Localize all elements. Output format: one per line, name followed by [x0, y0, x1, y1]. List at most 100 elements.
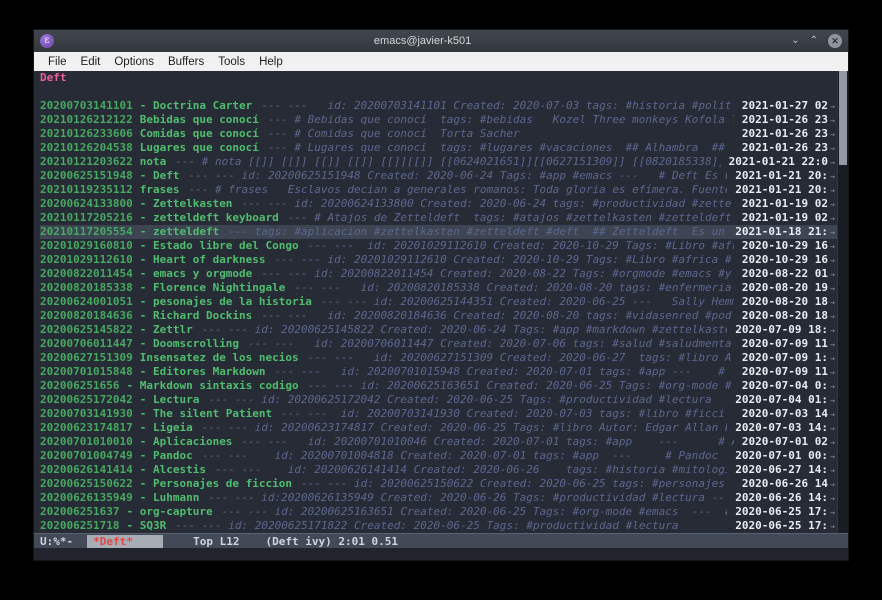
note-summary: --- --- id: 20200625151948 Created: 2020…	[188, 169, 727, 183]
note-summary: --- --- id: 20200701015948 Created: 2020…	[275, 365, 734, 379]
note-summary: --- --- id: 20200703141930 Created: 2020…	[281, 407, 734, 421]
note-summary: --- tags: #aplicacion #zettelkasten #zet…	[228, 225, 727, 239]
deft-text-area[interactable]: Deft 20200703141101 - Doctrina Carter --…	[34, 71, 837, 533]
truncation-arrow-icon: →	[828, 128, 837, 142]
note-title: - Estado libre del Congo	[140, 239, 299, 253]
note-row[interactable]: 20200706011447 - Doomscrolling --- --- i…	[40, 337, 837, 351]
note-id: 20200626135949	[40, 491, 133, 505]
note-row[interactable]: 20210117205554 - zetteldeft --- tags: #a…	[40, 225, 837, 239]
note-date: 2020-07-04 0:	[742, 379, 828, 393]
title-bar[interactable]: ε emacs@javier-k501 ⌄ ⌃ ✕	[34, 30, 848, 52]
note-summary: --- --- id: 20200625145822 Created: 2020…	[202, 323, 728, 337]
note-date: 2020-07-03 14	[742, 407, 828, 421]
menu-edit[interactable]: Edit	[75, 54, 107, 70]
truncation-arrow-icon: →	[828, 254, 837, 268]
note-title: - Doctrina Carter	[140, 99, 253, 113]
truncation-arrow-icon: →	[828, 100, 837, 114]
note-row[interactable]: 20200625151948 - Deft --- --- id: 202006…	[40, 169, 837, 183]
note-row[interactable]: 20200624001051 - pesonajes de la histori…	[40, 295, 837, 309]
truncation-arrow-icon: →	[828, 422, 837, 436]
note-row[interactable]: 20200703141930 - The silent Patient --- …	[40, 407, 837, 421]
note-row[interactable]: 20201029160810 - Estado libre del Congo …	[40, 239, 837, 253]
note-row[interactable]: 20200820185338 - Florence Nightingale --…	[40, 281, 837, 295]
note-row[interactable]: 20200701015848 - Editores Markdown --- -…	[40, 365, 837, 379]
menu-help[interactable]: Help	[253, 54, 289, 70]
note-row[interactable]: 20200820184636 - Richard Dockins --- ---…	[40, 309, 837, 323]
truncation-arrow-icon: →	[828, 464, 837, 478]
note-row[interactable]: 202006251637 - org-capture --- --- id: 2…	[40, 505, 837, 519]
menu-file[interactable]: File	[42, 54, 73, 70]
note-row[interactable]: 20210117205216 - zetteldeft keyboard ---…	[40, 211, 837, 225]
note-summary: --- # nota [[]] [[]] [[]] [[]] [[]][[]] …	[175, 155, 720, 169]
note-row[interactable]: 20200627151309 Insensatez de los necios …	[40, 351, 837, 365]
scrollbar-thumb[interactable]	[839, 71, 847, 165]
modeline-position: Top L12	[193, 535, 239, 548]
note-summary: --- --- id: 20200820184636 Created: 2020…	[261, 309, 734, 323]
minimize-icon[interactable]: ⌄	[791, 34, 799, 48]
note-date: 2021-01-26 23	[742, 127, 828, 141]
scrollbar[interactable]	[837, 71, 848, 533]
note-id: 20200701015848	[40, 365, 133, 379]
truncation-arrow-icon: →	[828, 198, 837, 212]
note-summary: --- # Bebidas que conocí tags: #bebidas …	[268, 113, 734, 127]
menu-buffers[interactable]: Buffers	[162, 54, 210, 70]
note-id: 20200627151309	[40, 351, 133, 365]
modeline-buffer-name[interactable]: *Deft*	[87, 535, 163, 548]
note-row[interactable]: 20210119235112 frases --- # frases Escla…	[40, 183, 837, 197]
note-title: - Lectura	[140, 393, 200, 407]
note-row[interactable]: 20200626135949 - Luhmann --- --- id:2020…	[40, 491, 837, 505]
note-date: 2021-01-27 02	[742, 99, 828, 113]
note-id: 202006251637	[40, 505, 119, 519]
note-row[interactable]: 20200625145822 - Zettlr --- --- id: 2020…	[40, 323, 837, 337]
note-row[interactable]: 20200701004749 - Pandoc --- --- id: 2020…	[40, 449, 837, 463]
note-date: 2020-07-09 11	[742, 337, 828, 351]
note-id: 202006251656	[40, 379, 119, 393]
note-row[interactable]: 20200623174817 - Ligeia --- --- id: 2020…	[40, 421, 837, 435]
note-title: - Richard Dockins	[140, 309, 253, 323]
modeline-coding-indicator: U:%*-	[40, 535, 73, 548]
note-title: - zetteldeft	[140, 225, 219, 239]
note-summary: --- # Lugares que conocí tags: #lugares …	[268, 141, 734, 155]
note-row[interactable]: 202006251656 - Markdown sintaxis codigo …	[40, 379, 837, 393]
note-row[interactable]: 202006251718 - SQ3R --- --- id: 20200625…	[40, 519, 837, 533]
note-id: 20200626141414	[40, 463, 133, 477]
note-id: 20200625150622	[40, 477, 133, 491]
note-row[interactable]: 20200625150622 - Personajes de ficcion -…	[40, 477, 837, 491]
note-row[interactable]: 20200822011454 - emacs y orgmode --- ---…	[40, 267, 837, 281]
close-icon[interactable]: ✕	[828, 34, 842, 48]
note-id: 202006251718	[40, 519, 119, 533]
note-title: - The silent Patient	[140, 407, 272, 421]
note-row[interactable]: 20200703141101 - Doctrina Carter --- ---…	[40, 99, 837, 113]
menu-tools[interactable]: Tools	[212, 54, 251, 70]
truncation-arrow-icon: →	[828, 506, 837, 520]
maximize-icon[interactable]: ⌃	[810, 34, 818, 48]
modeline-modes[interactable]: (Deft ivy) 2:01 0.51	[265, 535, 397, 548]
note-row[interactable]: 20200624133800 - Zettelkasten --- --- id…	[40, 197, 837, 211]
truncation-arrow-icon: →	[828, 380, 837, 394]
note-id: 20200701004749	[40, 449, 133, 463]
note-id: 20200625172042	[40, 393, 133, 407]
note-row[interactable]: 20201029112610 - Heart of darkness --- -…	[40, 253, 837, 267]
note-row[interactable]: 20200626141414 - Alcestis --- --- id: 20…	[40, 463, 837, 477]
menu-options[interactable]: Options	[108, 54, 160, 70]
note-title: - Personajes de ficcion	[140, 477, 292, 491]
note-date: 2020-07-09 1:	[742, 351, 828, 365]
note-summary: --- --- id: 20200822011454 Created: 2020…	[261, 267, 734, 281]
note-row[interactable]: 20210126204538 Lugares que conocí --- # …	[40, 141, 837, 155]
note-summary: --- --- id: 20201029112610 Created: 2020…	[308, 239, 734, 253]
note-date: 2020-10-29 16	[742, 239, 828, 253]
note-row[interactable]: 20200625172042 - Lectura --- --- id: 202…	[40, 393, 837, 407]
deft-filter-prompt[interactable]: Deft	[40, 71, 837, 85]
note-id: 20210126204538	[40, 141, 133, 155]
note-row[interactable]: 20210126212122 Bebidas que conocí --- # …	[40, 113, 837, 127]
note-title: Comidas que conocí	[140, 127, 259, 141]
truncation-arrow-icon: →	[828, 240, 837, 254]
note-row[interactable]: 20210121203622 nota --- # nota [[]] [[]]…	[40, 155, 837, 169]
note-date: 2021-01-19 02	[742, 197, 828, 211]
note-row[interactable]: 20210126233606 Comidas que conocí --- # …	[40, 127, 837, 141]
note-row[interactable]: 20200701010010 - Aplicaciones --- --- id…	[40, 435, 837, 449]
note-date: 2021-01-21 22:0	[729, 155, 828, 169]
note-date: 2020-07-03 14:	[735, 421, 828, 435]
minibuffer[interactable]	[34, 548, 848, 560]
note-id: 20200624133800	[40, 197, 133, 211]
